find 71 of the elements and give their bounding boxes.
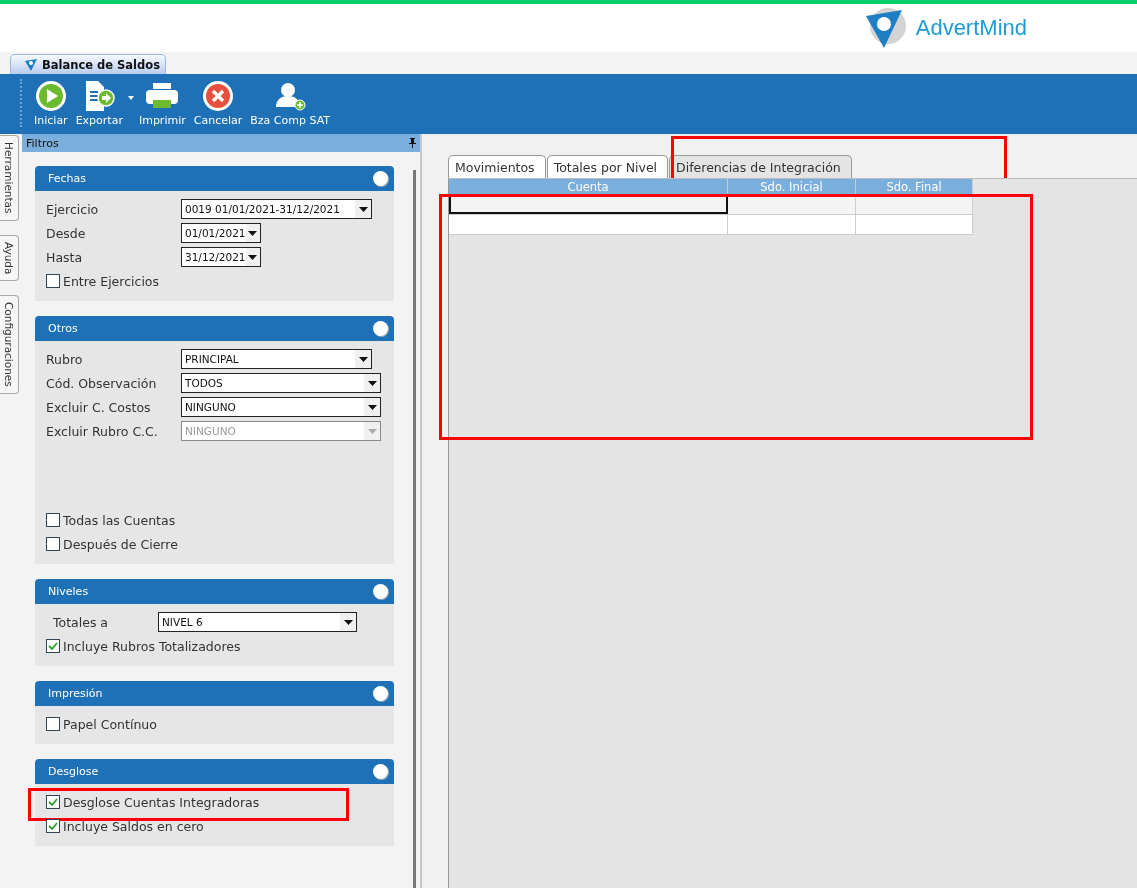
section-title: Impresión [48,687,103,700]
cancel-icon [202,79,234,112]
checkbox[interactable] [46,537,60,551]
date-field[interactable]: 31/12/2021 [181,247,261,267]
scrollbar[interactable] [413,170,416,888]
checkbox[interactable] [46,274,60,288]
toolbar-button[interactable]: Iniciar [30,77,72,129]
field-label: Hasta [46,249,84,265]
check-icon [48,797,58,807]
field-label: Rubro [46,351,84,367]
checkbox-label: Incluye Rubros Totalizadores [63,638,241,654]
checkbox[interactable] [46,795,60,809]
field-label: Excluir C. Costos [46,399,152,415]
checkbox-label: Después de Cierre [63,536,178,552]
dropdown-arrow-icon [367,404,377,410]
field-label: Desde [46,225,87,241]
panel-title: Filtros [26,136,59,150]
section-title: Otros [48,322,78,335]
dropdown-arrow-icon [367,380,377,386]
field-label: Cód. Observación [46,375,158,391]
date-field[interactable]: 01/01/2021 [181,223,261,243]
table-row[interactable] [449,195,973,215]
field-label: Ejercicio [46,201,100,217]
dropdown-arrow-icon [248,254,258,260]
dropdown-field[interactable]: PRINCIPAL [181,349,372,369]
tab[interactable]: Movimientos [448,155,546,178]
dropdown-arrow-icon [358,206,368,212]
checkbox-label: Todas las Cuentas [63,512,176,528]
section-title: Fechas [48,172,86,185]
checkbox-label: Entre Ejercicios [63,273,160,289]
dropdown-arrow-icon [358,356,368,362]
play-icon [34,79,67,112]
side-tab[interactable]: Configuraciones [0,295,19,394]
toolbar-button[interactable]: Imprimir [134,77,190,129]
collapse-knob-icon[interactable] [373,171,388,186]
side-tab[interactable]: Herramientas [0,135,19,221]
checkbox-label: Desglose Cuentas Integradoras [63,794,260,810]
toolbar-button[interactable]: Bza Comp SAT [246,77,335,129]
side-tab[interactable]: Ayuda [0,234,19,281]
checkbox[interactable] [46,717,60,731]
collapse-knob-icon[interactable] [373,686,388,701]
dropdown-field[interactable]: NINGUNO [181,397,381,417]
checkbox-label: Incluye Saldos en cero [63,818,204,834]
check-icon [48,641,58,651]
logo-icon [25,58,38,71]
toolbar-button[interactable]: Cancelar [189,77,247,129]
dropdown-field[interactable]: 0019 01/01/2021-31/12/2021 [181,199,372,219]
tab[interactable]: Diferencias de Integración [669,155,852,178]
section-title: Desglose [48,765,99,778]
logo-text: AdvertMind [915,15,1027,41]
checkbox[interactable] [46,819,60,833]
dropdown-arrow-icon [367,428,377,434]
dropdown-field[interactable]: TODOS [181,373,381,393]
caret-icon [127,95,134,100]
checkbox-label: Papel Contínuo [63,716,157,732]
toolbar-button[interactable]: Exportar [71,77,135,129]
collapse-knob-icon[interactable] [373,321,388,336]
dropdown-arrow-icon [343,619,353,625]
collapse-knob-icon[interactable] [373,764,388,779]
field-label: Excluir Rubro C.C. [46,423,159,439]
pin-icon[interactable] [409,138,416,148]
collapse-knob-icon[interactable] [373,584,388,599]
field-label: Totales a [53,614,110,630]
check-icon [48,821,58,831]
tab[interactable]: Totales por Nivel [546,155,669,178]
dropdown-arrow-icon [248,230,258,236]
dropdown-field[interactable]: NIVEL 6 [158,612,357,632]
checkbox[interactable] [46,513,60,527]
section-title: Niveles [48,585,89,598]
checkbox[interactable] [46,639,60,653]
document-tab[interactable]: Balance de Saldos [10,54,167,74]
